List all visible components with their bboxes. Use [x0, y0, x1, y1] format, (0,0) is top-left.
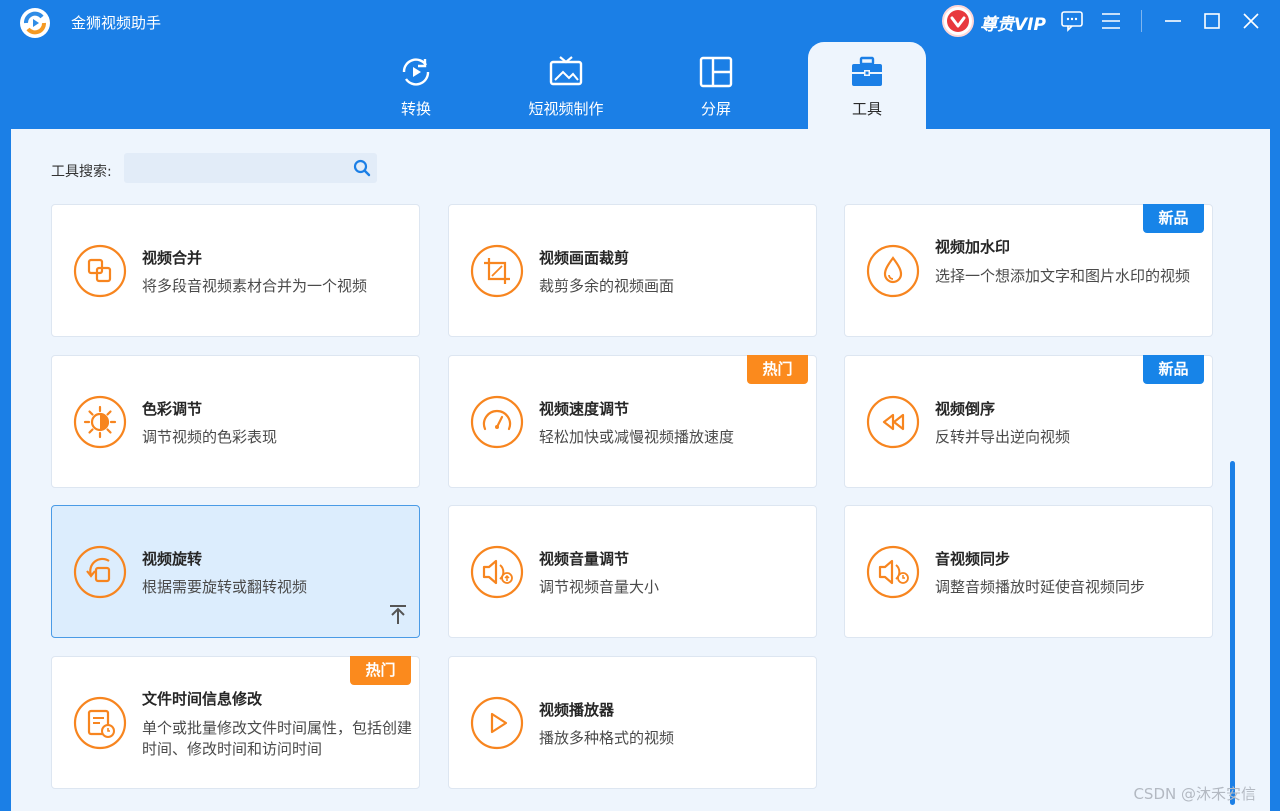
tool-desc: 裁剪多余的视频画面: [539, 277, 675, 295]
csdn-watermark: CSDN @沐禾安信: [1133, 785, 1256, 803]
new-badge: 新品: [1143, 355, 1204, 384]
minimize-icon[interactable]: [1160, 8, 1186, 34]
tool-card-reverse[interactable]: 新品 视频倒序 反转并导出逆向视频: [844, 355, 1213, 488]
tools-panel: 工具搜索: 视频合并 将多段音视频素材合并为一个视频 视频画面裁剪 裁剪多余的视…: [11, 129, 1270, 811]
title-bar: 金狮视频助手 尊贵VIP: [0, 0, 1280, 42]
tool-title: 视频合并: [142, 249, 203, 267]
tab-split-screen[interactable]: 分屏: [657, 42, 775, 130]
convert-icon: [402, 58, 430, 86]
tool-card-av-sync[interactable]: 音视频同步 调整音频播放时延使音视频同步: [844, 505, 1213, 638]
vip-label[interactable]: 尊贵VIP: [980, 10, 1046, 35]
tool-desc: 轻松加快或减慢视频播放速度: [539, 428, 735, 446]
hot-badge: 热门: [747, 355, 808, 384]
tool-card-player[interactable]: 视频播放器 播放多种格式的视频: [448, 656, 817, 789]
tool-desc: 调节视频音量大小: [539, 578, 660, 596]
pin-to-top-icon[interactable]: [387, 603, 409, 627]
vertical-scrollbar[interactable]: [1230, 461, 1235, 805]
tool-card-watermark[interactable]: 新品 视频加水印 选择一个想添加文字和图片水印的视频: [844, 204, 1213, 337]
tab-tools[interactable]: 工具: [808, 42, 926, 130]
tab-tools-label: 工具: [851, 100, 882, 118]
rotate-icon: [73, 545, 127, 599]
tab-convert[interactable]: 转换: [357, 42, 475, 130]
tool-desc: 播放多种格式的视频: [539, 729, 675, 747]
tool-title: 视频倒序: [935, 400, 996, 418]
tool-title: 视频播放器: [539, 701, 615, 719]
file-time-icon: [73, 696, 127, 750]
tool-card-merge[interactable]: 视频合并 将多段音视频素材合并为一个视频: [51, 204, 420, 337]
toolbox-icon: [852, 56, 882, 86]
volume-up-icon: [470, 545, 524, 599]
short-video-icon: [549, 56, 583, 86]
tool-card-volume[interactable]: 视频音量调节 调节视频音量大小: [448, 505, 817, 638]
tool-title: 视频速度调节: [539, 400, 630, 418]
tool-title: 视频音量调节: [539, 550, 630, 568]
tab-convert-label: 转换: [400, 100, 431, 118]
tool-title: 色彩调节: [142, 400, 203, 418]
title-divider: [1141, 10, 1142, 32]
app-logo-icon: [20, 8, 50, 38]
search-label: 工具搜索:: [51, 164, 112, 180]
tool-desc: 选择一个想添加文字和图片水印的视频: [935, 267, 1191, 285]
tool-desc: 反转并导出逆向视频: [935, 428, 1071, 446]
maximize-icon[interactable]: [1199, 8, 1225, 34]
tool-title: 视频画面裁剪: [539, 249, 630, 267]
tool-title: 音视频同步: [935, 550, 1011, 568]
search-icon[interactable]: [351, 157, 373, 179]
play-icon: [470, 696, 524, 750]
tool-card-speed[interactable]: 热门 视频速度调节 轻松加快或减慢视频播放速度: [448, 355, 817, 488]
tool-card-rotate[interactable]: 视频旋转 根据需要旋转或翻转视频: [51, 505, 420, 638]
close-icon[interactable]: [1238, 8, 1264, 34]
tool-title: 视频加水印: [935, 238, 1011, 256]
new-badge: 新品: [1143, 204, 1204, 233]
merge-icon: [73, 244, 127, 298]
speedometer-icon: [470, 395, 524, 449]
tool-title: 视频旋转: [142, 550, 203, 568]
search-input[interactable]: [124, 153, 377, 183]
hot-badge: 热门: [350, 656, 411, 685]
tab-short-video-label: 短视频制作: [528, 100, 604, 118]
audio-sync-icon: [866, 545, 920, 599]
crop-icon: [470, 244, 524, 298]
feedback-icon[interactable]: [1059, 8, 1085, 34]
tool-title: 文件时间信息修改: [142, 690, 263, 708]
tool-desc: 将多段音视频素材合并为一个视频: [142, 277, 368, 295]
tab-short-video[interactable]: 短视频制作: [507, 42, 625, 130]
vip-crown-icon[interactable]: [942, 5, 974, 37]
tool-card-color[interactable]: 色彩调节 调节视频的色彩表现: [51, 355, 420, 488]
menu-icon[interactable]: [1098, 8, 1124, 34]
rewind-icon: [866, 395, 920, 449]
tool-desc: 根据需要旋转或翻转视频: [142, 578, 308, 596]
tool-desc: 调节视频的色彩表现: [142, 428, 278, 446]
tool-card-file-time[interactable]: 热门 文件时间信息修改 单个或批量修改文件时间属性，包括创建时间、修改时间和访问…: [51, 656, 420, 789]
app-title: 金狮视频助手: [71, 14, 162, 32]
tool-desc: 调整音频播放时延使音视频同步: [935, 578, 1146, 596]
tool-card-crop[interactable]: 视频画面裁剪 裁剪多余的视频画面: [448, 204, 817, 337]
split-screen-icon: [699, 56, 733, 88]
tab-split-screen-label: 分屏: [700, 100, 731, 118]
brightness-icon: [73, 395, 127, 449]
tool-desc: 单个或批量修改文件时间属性，包括创建时间、修改时间和访问时间: [142, 719, 413, 758]
watermark-drop-icon: [866, 244, 920, 298]
